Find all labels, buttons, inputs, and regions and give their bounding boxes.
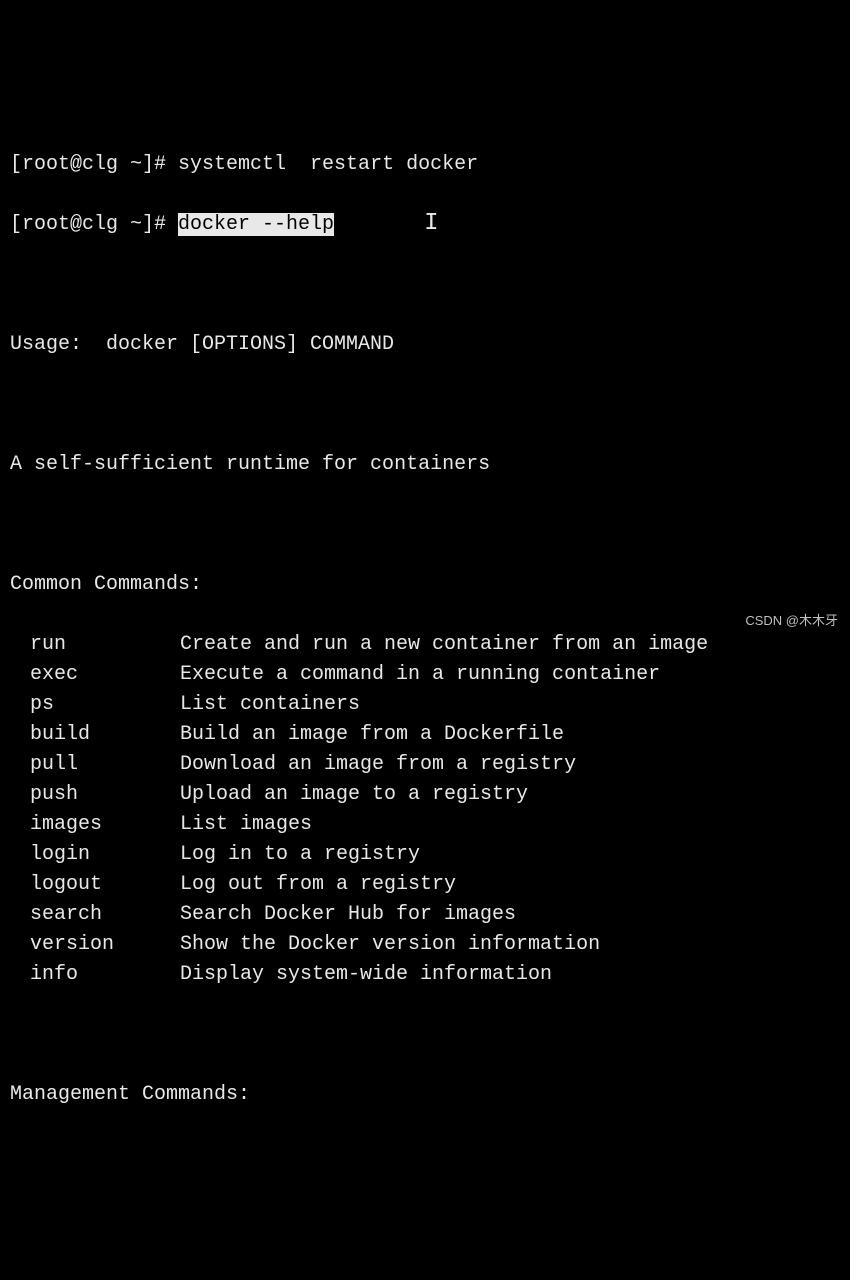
common-commands-header: Common Commands: <box>10 570 840 600</box>
command-name: search <box>10 900 180 930</box>
usage-line: Usage: docker [OPTIONS] COMMAND <box>10 330 840 360</box>
command-row: psList containers <box>10 690 840 720</box>
command-row: execExecute a command in a running conta… <box>10 660 840 690</box>
terminal-output[interactable]: [root@clg ~]# systemctl restart docker [… <box>0 120 850 1140</box>
command-name: version <box>10 930 180 960</box>
command-description: Build an image from a Dockerfile <box>180 720 564 750</box>
command-name: login <box>10 840 180 870</box>
prompt-prefix: [root@clg ~]# <box>10 213 178 236</box>
command-name: run <box>10 630 180 660</box>
blank-line <box>10 390 840 420</box>
command-row: buildBuild an image from a Dockerfile <box>10 720 840 750</box>
command-name: push <box>10 780 180 810</box>
command-description: Upload an image to a registry <box>180 780 528 810</box>
command-row: runCreate and run a new container from a… <box>10 630 840 660</box>
command-description: Create and run a new container from an i… <box>180 630 708 660</box>
prompt-line-2: [root@clg ~]# docker --help I <box>10 210 840 240</box>
command-name: build <box>10 720 180 750</box>
command-description: Show the Docker version information <box>180 930 600 960</box>
command-description: Download an image from a registry <box>180 750 576 780</box>
management-commands-header: Management Commands: <box>10 1080 840 1110</box>
command-name: ps <box>10 690 180 720</box>
description-line: A self-sufficient runtime for containers <box>10 450 840 480</box>
blank-line <box>10 1020 840 1050</box>
command-row: logoutLog out from a registry <box>10 870 840 900</box>
blank-line <box>10 510 840 540</box>
command-description: Search Docker Hub for images <box>180 900 516 930</box>
command-description: List containers <box>180 690 360 720</box>
command-description: Execute a command in a running container <box>180 660 660 690</box>
command-name: pull <box>10 750 180 780</box>
text-cursor-icon: I <box>424 212 438 236</box>
command-row: versionShow the Docker version informati… <box>10 930 840 960</box>
prompt-prefix: [root@clg ~]# <box>10 153 178 176</box>
common-commands-list: runCreate and run a new container from a… <box>10 630 840 990</box>
blank-line <box>10 270 840 300</box>
selected-command-text: docker --help <box>178 213 334 236</box>
watermark-text: CSDN @木木牙 <box>745 611 838 631</box>
command-name: logout <box>10 870 180 900</box>
command-row: pullDownload an image from a registry <box>10 750 840 780</box>
command-row: imagesList images <box>10 810 840 840</box>
command-row: loginLog in to a registry <box>10 840 840 870</box>
command-description: List images <box>180 810 312 840</box>
prompt-command: systemctl restart docker <box>178 153 478 176</box>
prompt-line-1: [root@clg ~]# systemctl restart docker <box>10 150 840 180</box>
command-description: Log out from a registry <box>180 870 456 900</box>
command-row: pushUpload an image to a registry <box>10 780 840 810</box>
command-name: images <box>10 810 180 840</box>
command-row: searchSearch Docker Hub for images <box>10 900 840 930</box>
command-name: info <box>10 960 180 990</box>
command-name: exec <box>10 660 180 690</box>
command-description: Log in to a registry <box>180 840 420 870</box>
command-row: infoDisplay system-wide information <box>10 960 840 990</box>
command-description: Display system-wide information <box>180 960 552 990</box>
